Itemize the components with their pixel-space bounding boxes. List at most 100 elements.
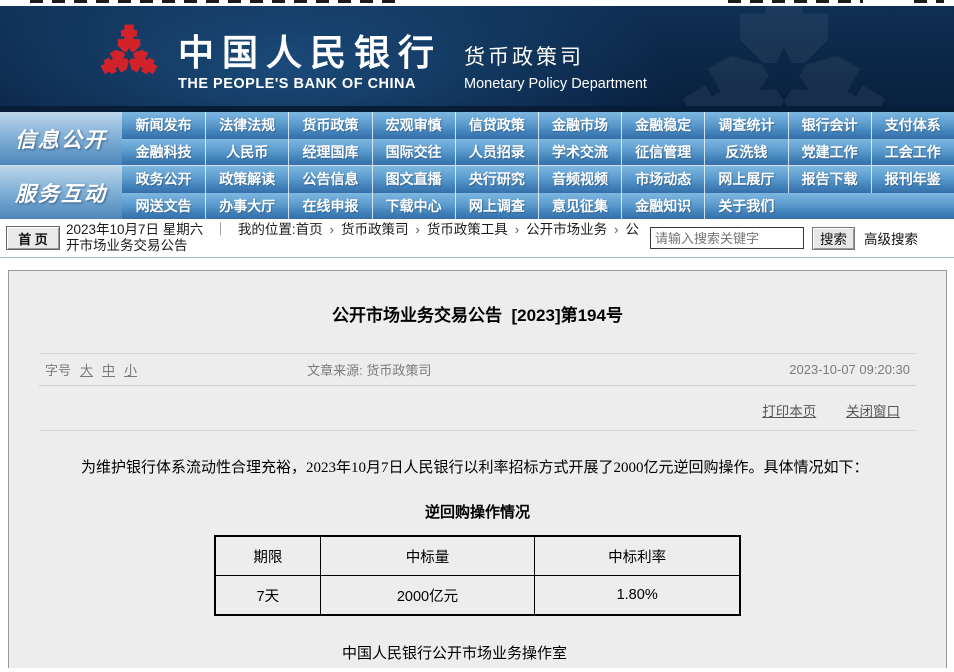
nav-item[interactable]: 国际交往 bbox=[372, 139, 455, 166]
table-cell: 2000亿元 bbox=[320, 576, 535, 616]
nav-row: 网送文告办事大厅在线申报下载中心网上调查意见征集金融知识关于我们 bbox=[122, 193, 954, 220]
table-cell: 7天 bbox=[215, 576, 320, 616]
department-name-en: Monetary Policy Department bbox=[464, 76, 647, 92]
site-header: 中国人民银行 THE PEOPLE'S BANK OF CHINA 货币政策司 … bbox=[0, 6, 954, 112]
clipped-text-artifact bbox=[728, 0, 863, 3]
nav-section-label[interactable]: 服务互动 bbox=[0, 166, 122, 219]
breadcrumb: 2023年10月7日 星期六 ｜ 我的位置:首页 › 货币政策司 › 货币政策工具 › 公开… bbox=[66, 222, 648, 254]
nav-item[interactable]: 支付体系 bbox=[871, 112, 954, 139]
nav-item[interactable]: 新闻发布 bbox=[122, 112, 205, 139]
table-header-cell: 期限 bbox=[215, 536, 320, 576]
nav-item[interactable]: 银行会计 bbox=[788, 112, 871, 139]
nav-item[interactable]: 金融市场 bbox=[538, 112, 621, 139]
breadcrumb-divider: ｜ bbox=[214, 222, 227, 237]
operation-table: 期限中标量中标利率 7天2000亿元1.80% bbox=[214, 535, 741, 616]
nav-item[interactable]: 人民币 bbox=[205, 139, 288, 166]
location-prefix[interactable]: 我的位置:首页 bbox=[238, 222, 323, 237]
nav-item[interactable]: 金融科技 bbox=[122, 139, 205, 166]
nav-cell-empty bbox=[788, 193, 871, 220]
pboc-emblem-watermark bbox=[654, 6, 914, 112]
article-body: 为维护银行体系流动性合理充裕，2023年10月7日人民银行以利率招标方式开展了2… bbox=[51, 457, 904, 479]
department-name-cn: 货币政策司 bbox=[464, 41, 647, 71]
font-size-label: 字号 bbox=[45, 360, 71, 379]
breadcrumb-separator: › bbox=[330, 222, 334, 237]
nav-item[interactable]: 在线申报 bbox=[288, 193, 371, 220]
nav-item[interactable]: 信贷政策 bbox=[455, 112, 538, 139]
current-date: 2023年10月7日 星期六 bbox=[66, 222, 203, 237]
nav-item[interactable]: 报告下载 bbox=[788, 166, 871, 193]
nav-item[interactable]: 图文直播 bbox=[372, 166, 455, 193]
nav-item[interactable]: 经理国库 bbox=[288, 139, 371, 166]
nav-item[interactable]: 央行研究 bbox=[455, 166, 538, 193]
table-title: 逆回购操作情况 bbox=[9, 501, 946, 522]
search-button[interactable]: 搜索 bbox=[812, 227, 855, 250]
nav-item[interactable]: 法律法规 bbox=[205, 112, 288, 139]
brand-block: 中国人民银行 THE PEOPLE'S BANK OF CHINA 货币政策司 … bbox=[96, 18, 647, 92]
clipped-text-artifact bbox=[30, 0, 400, 3]
nav-item[interactable]: 报刊年鉴 bbox=[871, 166, 954, 193]
nav-item[interactable]: 反洗钱 bbox=[704, 139, 787, 166]
nav-item[interactable]: 办事大厅 bbox=[205, 193, 288, 220]
nav-item[interactable]: 网上调查 bbox=[455, 193, 538, 220]
nav-item[interactable]: 音频视频 bbox=[538, 166, 621, 193]
nav-item[interactable]: 网送文告 bbox=[122, 193, 205, 220]
table-cell: 1.80% bbox=[535, 576, 740, 616]
article-container: 公开市场业务交易公告 [2023]第194号 字号 大中小 文章来源: 货币政策… bbox=[8, 270, 947, 668]
table-header-row: 期限中标量中标利率 bbox=[215, 536, 740, 576]
font-size-link[interactable]: 中 bbox=[102, 360, 115, 379]
home-button[interactable]: 首 页 bbox=[6, 226, 60, 250]
divider-line bbox=[39, 430, 916, 431]
breadcrumb-item[interactable]: 公开市场业务 bbox=[526, 222, 607, 237]
signature-block: 中国人民银行公开市场业务操作室 二〇二三年十月七日 bbox=[9, 642, 946, 668]
nav-item[interactable]: 政策解读 bbox=[205, 166, 288, 193]
nav-row: 金融科技人民币经理国库国际交往人员招录学术交流征信管理反洗钱党建工作工会工作 bbox=[122, 139, 954, 166]
close-window-link[interactable]: 关闭窗口 bbox=[846, 404, 900, 419]
article-meta: 字号 大中小 文章来源: 货币政策司 2023-10-07 09:20:30 bbox=[39, 353, 916, 386]
bank-name-en: THE PEOPLE'S BANK OF CHINA bbox=[178, 76, 442, 92]
nav-item[interactable]: 调查统计 bbox=[704, 112, 787, 139]
nav-item[interactable]: 市场动态 bbox=[621, 166, 704, 193]
nav-row: 政务公开政策解读公告信息图文直播央行研究音频视频市场动态网上展厅报告下载报刊年鉴 bbox=[122, 166, 954, 193]
page-tools: 打印本页 关闭窗口 bbox=[9, 400, 900, 420]
nav-rows: 政务公开政策解读公告信息图文直播央行研究音频视频市场动态网上展厅报告下载报刊年鉴… bbox=[122, 166, 954, 219]
nav-item[interactable]: 下载中心 bbox=[372, 193, 455, 220]
nav-item[interactable]: 宏观审慎 bbox=[372, 112, 455, 139]
font-size-link[interactable]: 大 bbox=[80, 360, 93, 379]
nav-item[interactable]: 征信管理 bbox=[621, 139, 704, 166]
nav-item[interactable]: 金融知识 bbox=[621, 193, 704, 220]
nav-section: 服务互动政务公开政策解读公告信息图文直播央行研究音频视频市场动态网上展厅报告下载… bbox=[0, 165, 954, 219]
font-size-link[interactable]: 小 bbox=[124, 360, 137, 379]
print-page-link[interactable]: 打印本页 bbox=[762, 404, 816, 419]
signature-org: 中国人民银行公开市场业务操作室 bbox=[9, 642, 900, 663]
main-navigation: 信息公开新闻发布法律法规货币政策宏观审慎信贷政策金融市场金融稳定调查统计银行会计… bbox=[0, 112, 954, 219]
nav-item[interactable]: 关于我们 bbox=[704, 193, 787, 220]
article-source: 文章来源: 货币政策司 bbox=[307, 360, 648, 379]
nav-cell-empty bbox=[871, 193, 954, 220]
table-header-cell: 中标利率 bbox=[535, 536, 740, 576]
nav-item[interactable]: 意见征集 bbox=[538, 193, 621, 220]
breadcrumb-separator: › bbox=[614, 222, 618, 237]
nav-item[interactable]: 公告信息 bbox=[288, 166, 371, 193]
table-header-cell: 中标量 bbox=[320, 536, 535, 576]
nav-section-label[interactable]: 信息公开 bbox=[0, 112, 122, 165]
nav-item[interactable]: 党建工作 bbox=[788, 139, 871, 166]
nav-item[interactable]: 学术交流 bbox=[538, 139, 621, 166]
search-input[interactable] bbox=[650, 227, 804, 249]
pboc-logo-icon bbox=[96, 18, 162, 92]
article-datetime: 2023-10-07 09:20:30 bbox=[648, 362, 910, 377]
nav-item[interactable]: 网上展厅 bbox=[704, 166, 787, 193]
nav-section: 信息公开新闻发布法律法规货币政策宏观审慎信贷政策金融市场金融稳定调查统计银行会计… bbox=[0, 112, 954, 165]
breadcrumb-item[interactable]: 货币政策司 bbox=[341, 222, 409, 237]
nav-item[interactable]: 人员招录 bbox=[455, 139, 538, 166]
breadcrumb-bar: 首 页 2023年10月7日 星期六 ｜ 我的位置:首页 › 货币政策司 › 货币政策工… bbox=[0, 219, 954, 258]
nav-item[interactable]: 金融稳定 bbox=[621, 112, 704, 139]
nav-item[interactable]: 货币政策 bbox=[288, 112, 371, 139]
table-row: 7天2000亿元1.80% bbox=[215, 576, 740, 616]
breadcrumb-item[interactable]: 货币政策工具 bbox=[427, 222, 508, 237]
bank-name-cn: 中国人民银行 bbox=[178, 33, 442, 73]
nav-item[interactable]: 工会工作 bbox=[871, 139, 954, 166]
breadcrumb-separator: › bbox=[515, 222, 519, 237]
advanced-search-link[interactable]: 高级搜索 bbox=[864, 228, 918, 248]
nav-item[interactable]: 政务公开 bbox=[122, 166, 205, 193]
breadcrumb-separator: › bbox=[415, 222, 419, 237]
